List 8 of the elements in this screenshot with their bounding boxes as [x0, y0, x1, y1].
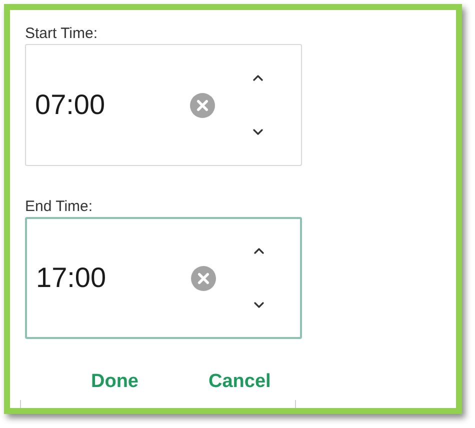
- time-input-field[interactable]: 07:00: [25, 44, 302, 166]
- field-label: Start Time:: [25, 25, 98, 43]
- field-label: End Time:: [25, 198, 93, 216]
- time-value: 07:00: [35, 89, 106, 121]
- time-value: 17:00: [36, 262, 106, 294]
- time-input-field[interactable]: 17:00: [25, 217, 302, 339]
- dialog-button[interactable]: Done: [79, 364, 150, 400]
- dialog-button[interactable]: Cancel: [196, 364, 283, 400]
